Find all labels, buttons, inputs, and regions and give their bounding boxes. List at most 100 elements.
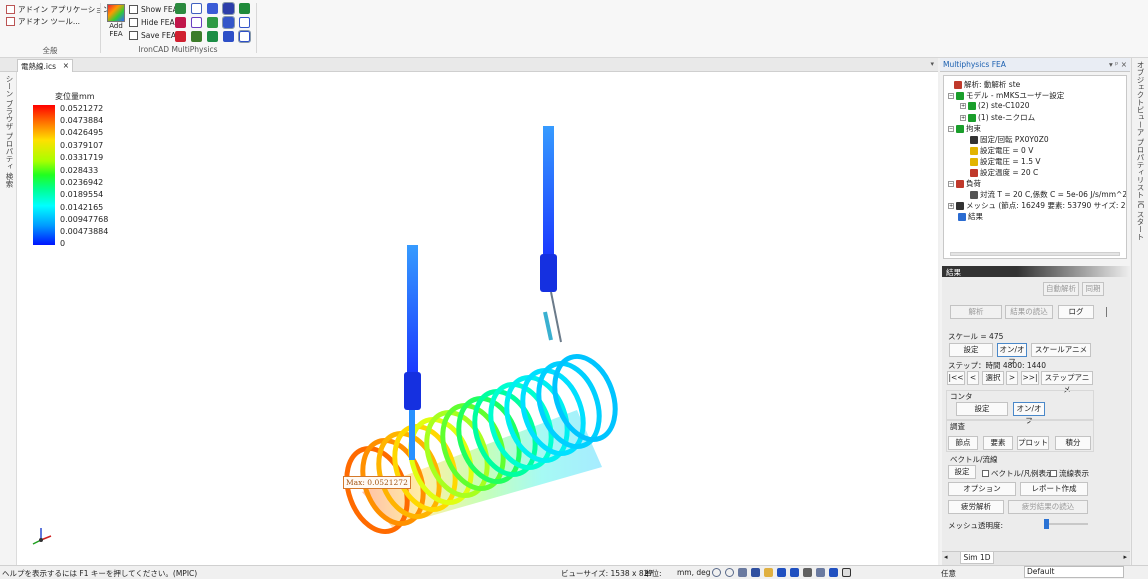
shading-icon[interactable] — [829, 568, 838, 577]
expand-icon[interactable]: + — [948, 202, 954, 209]
show-fea-button[interactable]: Show FEA — [129, 3, 178, 16]
orbit-icon[interactable] — [751, 568, 760, 577]
step-animation-button[interactable]: ステップアニメ — [1041, 371, 1093, 394]
plot-button[interactable]: プロット — [1017, 436, 1049, 450]
constraint-icon[interactable] — [175, 17, 186, 28]
probe-icon[interactable] — [239, 17, 250, 28]
fatigue-load-button[interactable]: 疲労結果の読込 — [1008, 500, 1088, 514]
animation-icon[interactable] — [238, 30, 251, 43]
collapse-icon[interactable]: − — [948, 180, 954, 187]
section-icon[interactable] — [222, 16, 235, 29]
collapse-icon[interactable]: − — [948, 125, 954, 132]
analyze-button[interactable]: 解析 — [950, 305, 1002, 319]
load-icon[interactable] — [191, 17, 202, 28]
fit-icon[interactable] — [738, 568, 747, 577]
scale-settings-button[interactable]: 設定 — [949, 343, 993, 357]
contour-settings-button[interactable]: 設定 — [956, 402, 1008, 416]
tab-scroll-right-icon[interactable]: ▸ — [1123, 553, 1127, 561]
folder-icon[interactable] — [764, 568, 773, 577]
report-button[interactable]: レポート作成 — [1020, 482, 1088, 496]
view-cube-icon[interactable] — [777, 568, 786, 577]
load-results-button[interactable]: 結果の読込 — [1005, 305, 1053, 319]
light-icon[interactable] — [816, 568, 825, 577]
elements-button[interactable]: 要素 — [983, 436, 1013, 450]
wireframe-icon[interactable] — [191, 3, 202, 14]
tree-item[interactable]: 固定/回転 PX0Y0Z0 — [970, 134, 1049, 145]
tab-list-dropdown[interactable]: ▾ — [930, 60, 934, 68]
step-select-button[interactable]: 選択 — [982, 371, 1004, 385]
view-size: ビューサイズ: 1538 x 827 — [561, 569, 654, 578]
step-next-button[interactable]: > — [1006, 371, 1018, 385]
tab-scroll-left-icon[interactable]: ◂ — [944, 553, 948, 561]
options-button[interactable]: オプション — [948, 482, 1016, 496]
tree-item[interactable]: 設定電圧 = 0 V — [970, 145, 1033, 156]
expand-icon[interactable]: + — [960, 102, 966, 109]
flow-icon[interactable] — [191, 31, 202, 42]
heat-icon[interactable] — [175, 31, 186, 42]
analysis-tree[interactable]: 解析: 動解析 ste − モデル - mMKSユーザー設定 + (2) ste-C… — [943, 75, 1127, 259]
scale-animation-button[interactable]: スケールアニメ — [1031, 343, 1091, 357]
hide-fea-button[interactable]: Hide FEA — [129, 16, 178, 29]
select-cursor-icon[interactable] — [842, 568, 851, 577]
panel-controls-icon[interactable]: ▾ ᵖ × — [1109, 60, 1127, 69]
zoom-icon[interactable] — [712, 568, 721, 577]
zoom-window-icon[interactable] — [725, 568, 734, 577]
step-prev-button[interactable]: < — [967, 371, 979, 385]
3d-viewport[interactable] — [17, 72, 938, 565]
cube-icon[interactable] — [207, 3, 218, 14]
axis-triad-icon — [32, 528, 52, 545]
checkbox-icon[interactable] — [1050, 470, 1057, 477]
collapse-icon[interactable]: − — [948, 92, 954, 99]
sync-button[interactable]: 同期 — [1082, 282, 1104, 296]
tree-item[interactable]: 結果 — [958, 211, 983, 222]
display-icon[interactable] — [222, 2, 235, 15]
object-viewer-tabs[interactable]: オブジェクトビューア プロパティリスト IC スタート — [1135, 61, 1146, 241]
tree-item[interactable]: 解析: 動解析 ste — [954, 79, 1020, 90]
tree-item[interactable]: − 拘束 — [948, 123, 981, 134]
tree-item[interactable]: 設定温度 = 20 C — [970, 167, 1038, 178]
mesh-icon[interactable] — [175, 3, 186, 14]
mesh-transparency-slider[interactable] — [1044, 519, 1049, 529]
document-tab[interactable]: 電熱線.ics × — [17, 59, 73, 72]
result-icon[interactable] — [239, 3, 250, 14]
tree-item[interactable]: + (2) ste-C1020 — [960, 101, 1030, 110]
nodes-button[interactable]: 節点 — [948, 436, 978, 450]
vector-settings-button[interactable]: 設定 — [948, 465, 976, 479]
tree-item[interactable]: 設定電圧 = 1.5 V — [970, 156, 1041, 167]
tree-item[interactable]: − 負荷 — [948, 178, 981, 189]
add-fea-button[interactable]: Add FEA — [104, 4, 128, 38]
step-first-button[interactable]: |<< — [947, 371, 965, 385]
contact-icon[interactable] — [207, 17, 218, 28]
panel-splitter[interactable] — [1106, 307, 1107, 317]
save-fea-button[interactable]: Save FEA — [129, 29, 178, 42]
expand-icon[interactable]: + — [960, 114, 966, 121]
camera-icon[interactable] — [803, 568, 812, 577]
log-button[interactable]: ログ — [1058, 305, 1094, 319]
tree-horizontal-scrollbar[interactable] — [950, 252, 1120, 256]
scene-browser-tabs[interactable]: シーン ブラウザ プロパティ 検索 — [4, 75, 15, 187]
units-value[interactable]: mm, deg — [677, 568, 711, 577]
tab-sim-1d[interactable]: Sim 1D — [960, 552, 994, 564]
help-text: ヘルプを表示するには F1 キーを押してください。(MPIC) — [2, 569, 198, 578]
render-icon[interactable] — [790, 568, 799, 577]
auto-analysis-button[interactable]: 自動解析 — [1043, 282, 1079, 296]
contour-onoff-button[interactable]: オン/オフ — [1013, 402, 1045, 425]
flow-display-checkbox[interactable]: 流線表示 — [1050, 468, 1089, 479]
selection-mode[interactable]: 任意 — [941, 568, 956, 579]
checkbox-icon[interactable] — [982, 470, 989, 477]
style-dropdown[interactable]: Default — [1024, 566, 1124, 578]
vector-legend-checkbox[interactable]: ベクトル/凡例表示 — [982, 468, 1054, 479]
tree-item[interactable]: + メッシュ (節点: 16249 要素: 53790 サイズ: 2.5) — [948, 200, 1126, 211]
scale-onoff-button[interactable]: オン/オフ — [997, 343, 1027, 366]
report-icon[interactable] — [223, 31, 234, 42]
legend-color-bar — [33, 105, 55, 245]
step-last-button[interactable]: >>| — [1021, 371, 1039, 385]
tree-item[interactable]: + (1) ste-ニクロム — [960, 112, 1035, 123]
mesh-transparency-track[interactable] — [1044, 523, 1088, 525]
fatigue-analysis-button[interactable]: 疲労解析 — [948, 500, 1004, 514]
integral-button[interactable]: 積分 — [1055, 436, 1091, 450]
tree-item[interactable]: − モデル - mMKSユーザー設定 — [948, 90, 1064, 101]
tree-item[interactable]: 対流 T = 20 C,係数 C = 5e-06 J/s/mm^2/ — [970, 189, 1126, 200]
vector-icon[interactable] — [207, 31, 218, 42]
close-tab-icon[interactable]: × — [63, 61, 69, 71]
